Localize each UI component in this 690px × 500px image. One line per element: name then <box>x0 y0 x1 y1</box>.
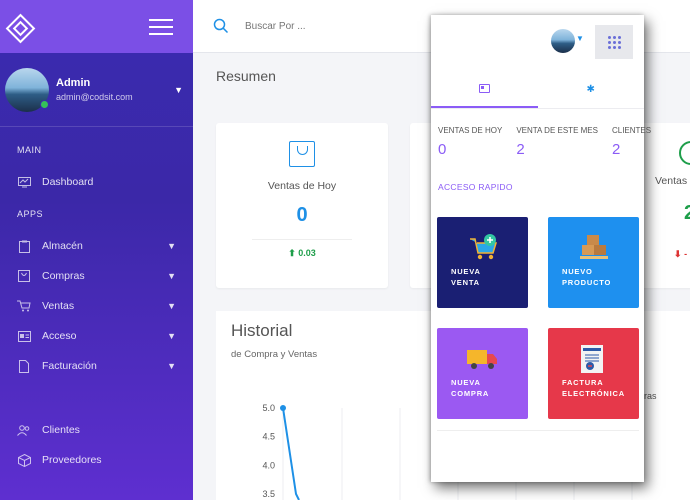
chevron-down-icon: ▼ <box>167 331 176 341</box>
avatar[interactable] <box>551 29 575 53</box>
tile-label: NUEVA COMPRA <box>451 378 490 399</box>
nueva-compra-button[interactable]: NUEVA COMPRA <box>437 328 528 419</box>
tile-label: FACTURA ELECTRÓNICA <box>562 378 625 399</box>
stat-clientes: CLIENTES 2 <box>612 126 651 171</box>
stat-ventas-hoy: VENTAS DE HOY 0 <box>438 126 502 171</box>
section-apps: APPS <box>17 209 44 219</box>
panel-tabs: ✱ <box>431 70 644 109</box>
section-main: MAIN <box>17 145 42 155</box>
gear-icon: ✱ <box>586 83 595 95</box>
stat-venta-mes: VENTA DE ESTE MES 2 <box>516 126 598 171</box>
sidebar-item-label: Dashboard <box>42 176 94 188</box>
stat-value: 2 <box>684 202 690 224</box>
tile-label: NUEVA VENTA <box>451 267 481 288</box>
stat-label: VENTA DE ESTE MES <box>516 126 598 135</box>
sidebar: Admin admin@codsit.com ▼ MAIN Dashboard … <box>0 0 193 500</box>
quick-panel: ▼ ✱ VENTAS DE HOY 0 VENTA DE ESTE MES 2 … <box>431 15 651 482</box>
quick-access-title: ACCESO RAPIDO <box>438 182 513 192</box>
box-icon <box>17 453 31 467</box>
user-name: Admin <box>56 77 91 89</box>
tab-settings[interactable]: ✱ <box>538 70 645 108</box>
user-email: admin@codsit.com <box>56 92 133 102</box>
bag-icon <box>289 141 315 167</box>
chevron-down-icon: ▼ <box>167 301 176 311</box>
stat-trend: ⬆ 0.03 <box>288 248 316 258</box>
sidebar-item-label: Proveedores <box>42 454 102 466</box>
nueva-venta-button[interactable]: NUEVA VENTA <box>437 217 528 308</box>
dashboard-icon <box>17 175 31 189</box>
truck-icon <box>467 350 497 369</box>
sidebar-item-facturacion[interactable]: Facturación ▼ <box>0 351 193 381</box>
panel-stats: VENTAS DE HOY 0 VENTA DE ESTE MES 2 CLIE… <box>431 109 651 171</box>
factura-electronica-button[interactable]: FACTURA ELECTRÓNICA <box>548 328 639 419</box>
circle-check-icon <box>679 141 690 165</box>
stat-label: Ventas de Hoy <box>267 180 337 192</box>
arrow-up-icon: ⬆ <box>288 248 296 258</box>
brand-bar <box>0 0 193 53</box>
chevron-down-icon: ▼ <box>167 361 176 371</box>
stat-label: CLIENTES <box>611 126 652 135</box>
bag-icon <box>17 269 31 283</box>
stat-value: 2 <box>611 141 621 158</box>
logo-icon[interactable] <box>6 14 32 40</box>
tab-overview[interactable] <box>431 70 538 108</box>
search-input[interactable] <box>245 20 405 32</box>
page-title: Resumen <box>216 68 276 84</box>
sidebar-item-dashboard[interactable]: Dashboard <box>0 167 193 197</box>
sidebar-item-label: Clientes <box>42 424 80 436</box>
id-card-icon <box>17 329 31 343</box>
menu-toggle-icon[interactable] <box>149 18 173 35</box>
sidebar-item-label: Acceso <box>42 330 77 342</box>
stat-value: 2 <box>516 141 525 158</box>
quick-access-tiles: NUEVA VENTA NUEVO PRODUCTO NUEVA COMPRA … <box>437 217 639 419</box>
search-icon[interactable] <box>213 18 229 34</box>
document-icon <box>17 359 31 373</box>
stat-value: 0 <box>296 204 308 226</box>
sidebar-item-label: Facturación <box>42 360 97 372</box>
sidebar-item-clientes[interactable]: Clientes <box>0 415 193 445</box>
stat-card-ventas-hoy: Ventas de Hoy 0 ⬆ 0.03 <box>216 123 388 288</box>
sidebar-item-almacen[interactable]: Almacén ▼ <box>0 231 193 261</box>
sidebar-item-ventas[interactable]: Ventas ▼ <box>0 291 193 321</box>
arrow-down-icon: ⬇ <box>674 249 682 259</box>
chevron-down-icon: ▼ <box>167 271 176 281</box>
invoice-icon <box>581 345 603 373</box>
sidebar-item-label: Compras <box>42 270 85 282</box>
avatar <box>5 67 49 112</box>
stat-trend: ⬇ - <box>674 249 688 259</box>
panel-header: ▼ <box>431 15 644 70</box>
boxes-icon <box>580 235 608 259</box>
stat-label: Ventas p <box>655 175 690 187</box>
sidebar-item-label: Almacén <box>42 240 83 252</box>
chevron-down-icon[interactable]: ▼ <box>576 34 584 43</box>
y-tick-label: 5.0 <box>262 403 275 413</box>
id-card-icon <box>478 83 490 93</box>
data-point <box>280 405 286 411</box>
y-tick-label: 4.5 <box>262 432 275 442</box>
stat-value: 0 <box>438 141 447 158</box>
sidebar-item-compras[interactable]: Compras ▼ <box>0 261 193 291</box>
y-tick-label: 3.5 <box>262 489 275 499</box>
stat-label: VENTAS DE HOY <box>438 126 503 135</box>
users-icon <box>17 423 31 437</box>
nuevo-producto-button[interactable]: NUEVO PRODUCTO <box>548 217 639 308</box>
online-status-dot <box>40 99 49 109</box>
user-profile[interactable]: Admin admin@codsit.com ▼ <box>0 53 193 127</box>
y-tick-label: 4.0 <box>262 460 275 470</box>
sidebar-item-acceso[interactable]: Acceso ▼ <box>0 321 193 351</box>
clipboard-icon <box>17 239 31 253</box>
chevron-down-icon: ▼ <box>167 241 176 251</box>
cart-add-icon <box>470 234 498 260</box>
apps-grid-button[interactable] <box>595 25 633 59</box>
cart-icon <box>17 299 31 313</box>
chevron-down-icon[interactable]: ▼ <box>174 85 183 95</box>
sidebar-item-proveedores[interactable]: Proveedores <box>0 445 193 475</box>
series-line <box>282 407 300 500</box>
tile-label: NUEVO PRODUCTO <box>562 267 612 288</box>
sidebar-item-label: Ventas <box>42 300 75 312</box>
